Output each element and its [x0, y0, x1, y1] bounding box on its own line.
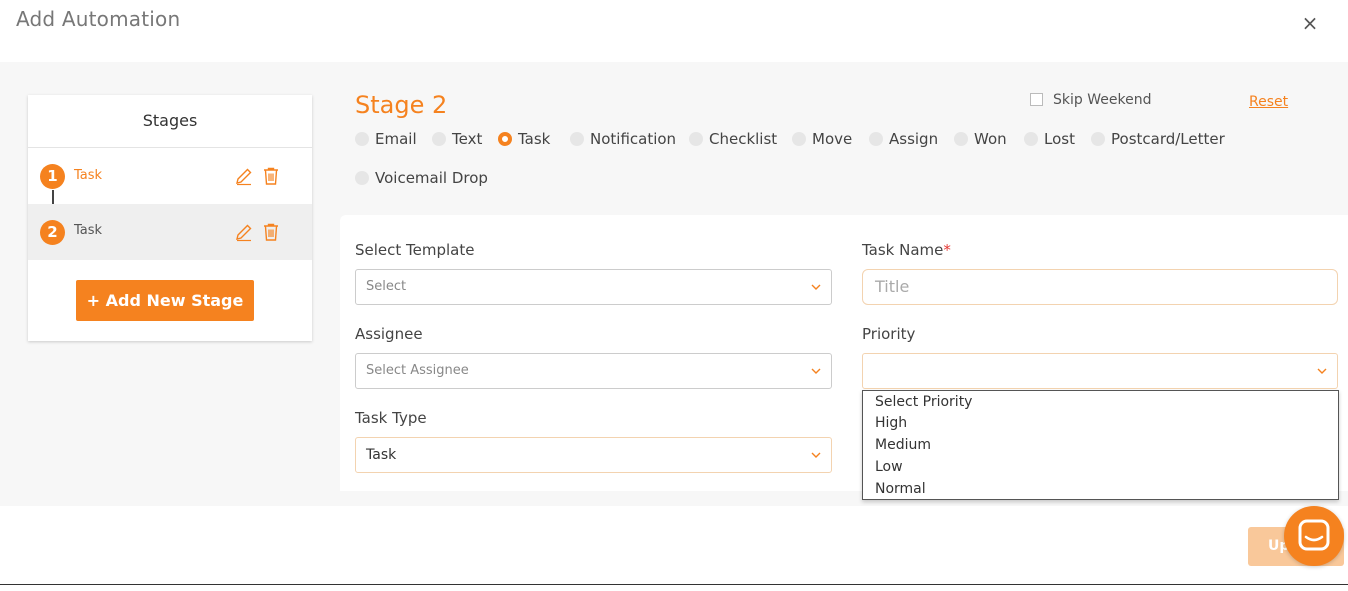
radio-label: Checklist	[709, 130, 778, 148]
chevron-down-icon	[811, 284, 821, 290]
radio-selected-icon[interactable]	[498, 132, 512, 146]
chevron-down-icon	[811, 452, 821, 458]
priority-dropdown[interactable]	[862, 353, 1338, 389]
stage-number-badge: 1	[40, 164, 65, 189]
radio-won[interactable]: Won	[954, 130, 1007, 148]
radio-checklist[interactable]: Checklist	[689, 130, 777, 148]
radio-label: Won	[974, 130, 1007, 148]
task-type-label: Task Type	[355, 409, 427, 427]
priority-options-list: Select Priority High Medium Low Normal	[862, 390, 1339, 500]
task-type-dropdown[interactable]: Task	[355, 437, 832, 473]
priority-option[interactable]: Medium	[863, 435, 1338, 457]
radio-icon[interactable]	[869, 132, 883, 146]
assignee-value: Select Assignee	[366, 363, 469, 378]
radio-move[interactable]: Move	[792, 130, 852, 148]
add-new-stage-button[interactable]: + Add New Stage	[76, 280, 254, 321]
edit-icon[interactable]	[234, 166, 254, 186]
radio-label: Email	[375, 130, 417, 148]
priority-option[interactable]: Normal	[863, 479, 1338, 501]
task-name-placeholder: Title	[875, 277, 910, 296]
stage-connector	[52, 190, 54, 204]
priority-option[interactable]: High	[863, 413, 1338, 435]
footer-divider	[0, 584, 1348, 585]
radio-label: Notification	[590, 130, 677, 148]
radio-assign[interactable]: Assign	[869, 130, 938, 148]
radio-postcard-letter[interactable]: Postcard/Letter	[1091, 130, 1225, 148]
chevron-down-icon	[811, 368, 821, 374]
stages-header: Stages	[28, 95, 312, 148]
radio-label: Move	[812, 130, 853, 148]
task-name-input[interactable]: Title	[862, 269, 1338, 305]
stage-label: Task	[74, 168, 103, 183]
chevron-down-icon	[1317, 368, 1327, 374]
stage-item-2[interactable]: 2 Task	[28, 204, 312, 260]
reset-link[interactable]: Reset	[1249, 94, 1288, 110]
edit-icon[interactable]	[234, 222, 254, 242]
radio-label: Assign	[889, 130, 939, 148]
trash-icon[interactable]	[262, 166, 280, 186]
radio-icon[interactable]	[570, 132, 584, 146]
radio-label: Voicemail Drop	[375, 169, 488, 187]
modal-title: Add Automation	[16, 7, 181, 31]
priority-option[interactable]: Select Priority	[863, 391, 1338, 413]
select-template-value: Select	[366, 279, 407, 294]
radio-text[interactable]: Text	[432, 130, 482, 148]
trash-icon[interactable]	[262, 222, 280, 242]
radio-icon[interactable]	[432, 132, 446, 146]
checkbox-icon[interactable]	[1030, 93, 1043, 106]
radio-icon[interactable]	[792, 132, 806, 146]
assignee-label: Assignee	[355, 325, 423, 343]
radio-icon[interactable]	[1091, 132, 1105, 146]
radio-label: Task	[518, 130, 551, 148]
radio-notification[interactable]: Notification	[570, 130, 676, 148]
stage-item-1[interactable]: 1 Task	[28, 148, 312, 204]
task-type-value: Task	[366, 447, 397, 463]
radio-task[interactable]: Task	[498, 130, 550, 148]
select-template-label: Select Template	[355, 241, 475, 259]
stages-panel: Stages 1 Task 2 Task + Add New Stage	[28, 95, 312, 341]
stage-label: Task	[74, 223, 103, 238]
assignee-dropdown[interactable]: Select Assignee	[355, 353, 832, 389]
task-name-label: Task Name*	[862, 241, 951, 259]
chat-icon	[1298, 519, 1330, 551]
chat-launcher-button[interactable]	[1284, 506, 1344, 566]
close-icon[interactable]: ×	[1300, 13, 1320, 33]
radio-icon[interactable]	[954, 132, 968, 146]
radio-label: Postcard/Letter	[1111, 130, 1225, 148]
priority-label: Priority	[862, 325, 916, 343]
stage-number-badge: 2	[40, 220, 65, 245]
modal-header: Add Automation ×	[0, 0, 1348, 52]
radio-voicemail-drop[interactable]: Voicemail Drop	[355, 169, 488, 187]
radio-label: Text	[452, 130, 483, 148]
skip-weekend-checkbox[interactable]: Skip Weekend	[1030, 92, 1151, 108]
radio-email[interactable]: Email	[355, 130, 417, 148]
select-template-dropdown[interactable]: Select	[355, 269, 832, 305]
required-marker: *	[943, 241, 951, 259]
radio-icon[interactable]	[689, 132, 703, 146]
skip-weekend-label: Skip Weekend	[1053, 92, 1152, 108]
radio-icon[interactable]	[1024, 132, 1038, 146]
priority-option[interactable]: Low	[863, 457, 1338, 479]
radio-icon[interactable]	[355, 132, 369, 146]
stage-title: Stage 2	[355, 91, 448, 119]
task-name-label-text: Task Name	[862, 241, 944, 259]
radio-label: Lost	[1044, 130, 1075, 148]
add-automation-modal: Add Automation × Stages 1 Task 2 Task + …	[0, 0, 1348, 591]
radio-lost[interactable]: Lost	[1024, 130, 1075, 148]
radio-icon[interactable]	[355, 171, 369, 185]
